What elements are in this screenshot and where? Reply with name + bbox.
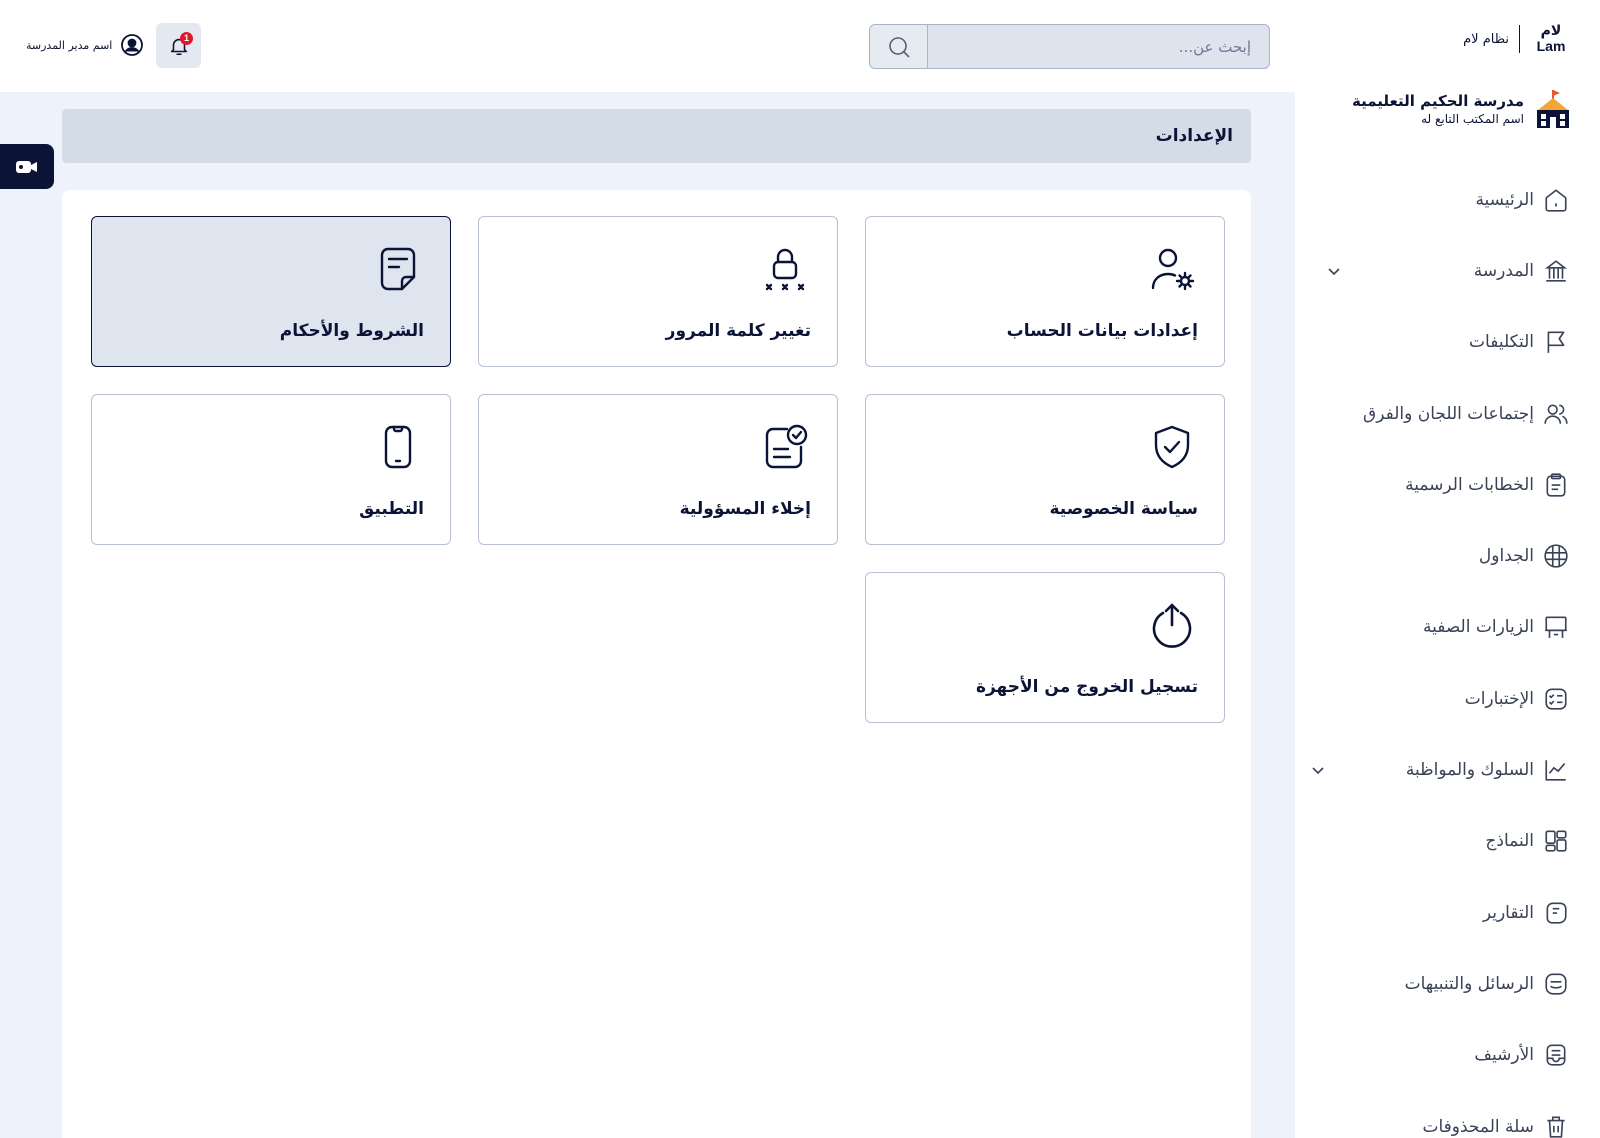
card-disclaimer[interactable]: إخلاء المسؤولية xyxy=(478,394,838,545)
sidebar: مدرسة الحكيم التعليمية اسم المكتب التابع… xyxy=(1298,82,1600,1138)
school-text: مدرسة الحكيم التعليمية اسم المكتب التابع… xyxy=(1352,92,1524,126)
sidebar-item-school[interactable]: المدرسة xyxy=(1298,235,1600,306)
user-settings-icon xyxy=(1146,243,1198,295)
school-building-icon xyxy=(1542,257,1570,285)
mobile-app-icon xyxy=(372,421,424,473)
sidebar-item-label: السلوك والمواظبة xyxy=(1405,760,1534,781)
terms-document-icon xyxy=(372,243,424,295)
card-label: تسجيل الخروج من الأجهزة xyxy=(975,677,1198,697)
sidebar-item-behavior[interactable]: السلوك والمواظبة xyxy=(1298,734,1600,805)
sidebar-item-label: الزيارات الصفية xyxy=(1422,617,1534,638)
school-building-logo-icon xyxy=(1537,90,1569,128)
settings-panel: إعدادات بيانات الحساب تغيير كلمة المرور … xyxy=(62,190,1251,1138)
user-menu[interactable]: اسم مدير المدرسة xyxy=(26,33,144,57)
search-input[interactable] xyxy=(928,25,1269,68)
sidebar-item-assignments[interactable]: التكليفات xyxy=(1298,307,1600,378)
templates-icon xyxy=(1542,827,1570,855)
logo-arabic-text: لام xyxy=(1540,23,1562,39)
school-name: مدرسة الحكيم التعليمية xyxy=(1352,92,1524,110)
archive-icon xyxy=(1542,1041,1570,1069)
sidebar-item-label: الرئيسية xyxy=(1475,189,1534,210)
logo-english-text: Lam xyxy=(1536,38,1566,54)
card-privacy-policy[interactable]: سياسة الخصوصية xyxy=(865,394,1225,545)
sidebar-item-official-letters[interactable]: الخطابات الرسمية xyxy=(1298,449,1600,520)
card-label: تغيير كلمة المرور xyxy=(665,321,811,341)
search-button[interactable] xyxy=(870,25,928,68)
page-title: الإعدادات xyxy=(1155,126,1233,146)
power-logout-icon xyxy=(1146,599,1198,651)
sidebar-item-label: الجداول xyxy=(1478,546,1534,567)
page-title-bar: الإعدادات xyxy=(62,109,1251,163)
card-label: سياسة الخصوصية xyxy=(1049,499,1198,519)
sidebar-item-label: التكليفات xyxy=(1469,332,1534,353)
shield-check-icon xyxy=(1146,421,1198,473)
card-account-settings[interactable]: إعدادات بيانات الحساب xyxy=(865,216,1225,367)
system-name: نظام لام xyxy=(1463,31,1509,47)
card-label: الشروط والأحكام xyxy=(279,321,424,341)
reports-icon xyxy=(1542,899,1570,927)
card-change-password[interactable]: تغيير كلمة المرور xyxy=(478,216,838,367)
sidebar-item-label: سلة المحذوفات xyxy=(1422,1116,1534,1137)
trash-icon xyxy=(1542,1113,1570,1138)
sidebar-item-label: الإختبارات xyxy=(1464,688,1534,709)
user-name: اسم مدير المدرسة xyxy=(26,38,113,52)
card-terms-conditions[interactable]: الشروط والأحكام xyxy=(91,216,451,367)
sidebar-item-label: المدرسة xyxy=(1473,260,1534,281)
chevron-down-icon[interactable] xyxy=(1310,762,1326,778)
sidebar-item-meetings[interactable]: إجتماعات اللجان والفرق xyxy=(1298,378,1600,449)
sidebar-item-label: إجتماعات اللجان والفرق xyxy=(1363,403,1534,424)
notification-badge: 1 xyxy=(180,32,193,45)
card-label: إعدادات بيانات الحساب xyxy=(1006,321,1198,341)
search-bar xyxy=(869,24,1270,69)
school-info: مدرسة الحكيم التعليمية اسم المكتب التابع… xyxy=(1352,88,1572,130)
grid-table-icon xyxy=(1542,542,1570,570)
card-label: التطبيق xyxy=(359,499,424,519)
classroom-board-icon xyxy=(1542,613,1570,641)
sidebar-item-trash[interactable]: سلة المحذوفات xyxy=(1298,1091,1600,1138)
sidebar-item-reports[interactable]: التقارير xyxy=(1298,877,1600,948)
flag-icon xyxy=(1542,328,1570,356)
app-root: لام Lam نظام لام 1 اسم مدير المدرسة الإع… xyxy=(0,0,1600,1138)
top-header: لام Lam نظام لام 1 اسم مدير المدرسة xyxy=(0,0,1600,92)
sidebar-item-home[interactable]: الرئيسية xyxy=(1298,164,1600,235)
sidebar-item-label: النماذج xyxy=(1485,831,1534,852)
user-avatar-icon xyxy=(121,34,144,56)
chart-line-icon xyxy=(1542,756,1570,784)
card-app[interactable]: التطبيق xyxy=(91,394,451,545)
lock-password-icon xyxy=(759,243,811,295)
search-icon xyxy=(888,36,910,58)
chevron-down-icon[interactable] xyxy=(1326,263,1342,279)
lam-logo: لام Lam xyxy=(1530,22,1572,56)
video-camera-icon xyxy=(16,160,37,173)
clipboard-icon xyxy=(1542,471,1570,499)
disclaimer-icon xyxy=(759,421,811,473)
sidebar-nav: الرئيسية المدرسة التكليفات إجتماعات اللج… xyxy=(1298,164,1600,1138)
notifications-button[interactable]: 1 xyxy=(156,23,201,68)
messages-icon xyxy=(1542,970,1570,998)
brand-divider xyxy=(1519,25,1520,53)
card-label: إخلاء المسؤولية xyxy=(679,499,811,519)
sidebar-item-label: الرسائل والتنبيهات xyxy=(1404,973,1534,994)
sidebar-item-tables[interactable]: الجداول xyxy=(1298,520,1600,591)
sidebar-item-messages[interactable]: الرسائل والتنبيهات xyxy=(1298,948,1600,1019)
sidebar-item-archive[interactable]: الأرشيف xyxy=(1298,1020,1600,1091)
brand[interactable]: لام Lam نظام لام xyxy=(1463,22,1572,56)
sidebar-item-class-visits[interactable]: الزيارات الصفية xyxy=(1298,592,1600,663)
home-icon xyxy=(1542,186,1570,214)
users-group-icon xyxy=(1542,400,1570,428)
sidebar-item-label: الأرشيف xyxy=(1474,1045,1534,1066)
office-name: اسم المكتب التابع له xyxy=(1421,112,1524,126)
video-button[interactable] xyxy=(0,144,54,189)
card-logout-devices[interactable]: تسجيل الخروج من الأجهزة xyxy=(865,572,1225,723)
sidebar-item-label: الخطابات الرسمية xyxy=(1405,474,1534,495)
sidebar-item-exams[interactable]: الإختبارات xyxy=(1298,663,1600,734)
checklist-icon xyxy=(1542,685,1570,713)
sidebar-item-templates[interactable]: النماذج xyxy=(1298,806,1600,877)
sidebar-item-label: التقارير xyxy=(1482,902,1534,923)
